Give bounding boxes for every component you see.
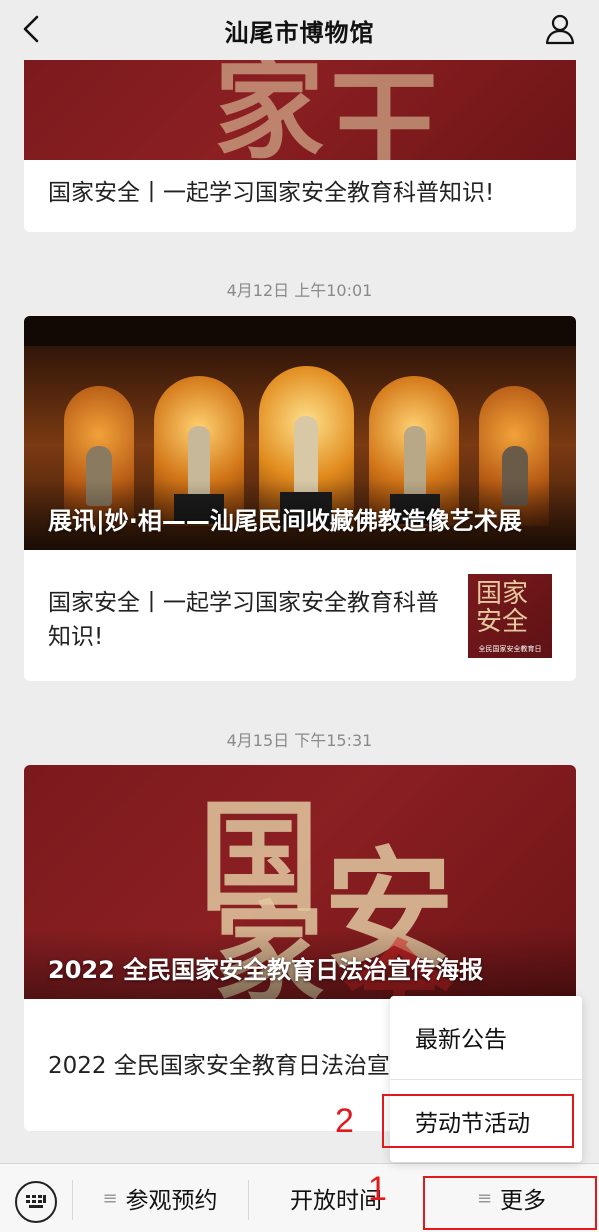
menu-item-visit-booking[interactable]: ≡ 参观预约	[72, 1164, 248, 1232]
article-card[interactable]: 家 王 国家安全丨一起学习国家安全教育科普知识!	[24, 40, 576, 232]
article-title: 国家安全丨一起学习国家安全教育科普知识!	[48, 180, 495, 206]
profile-button[interactable]	[543, 12, 577, 46]
thumbnail-chars: 国家安全	[476, 579, 529, 637]
article-thumbnail: 国家安全 全民国家安全教育日	[468, 574, 552, 658]
timestamp: 4月15日 下午15:31	[226, 731, 373, 750]
article-subtitle: 2022 全民国家安全教育日法治宣传海报	[48, 1053, 408, 1079]
article-cover-image: 国 安 家 全 2022 全民国家安全教育日法治宣传海报	[24, 765, 576, 999]
submenu-item-latest-announcement[interactable]: 最新公告	[390, 996, 582, 1078]
menu-item-label: 参观预约	[125, 1188, 218, 1214]
keyboard-icon	[26, 1195, 46, 1208]
top-bar: 汕尾市博物馆	[0, 0, 599, 60]
article-cover-title: 展讯|妙·相——汕尾民间收藏佛教造像艺术展	[48, 507, 522, 535]
annotation-box-more	[423, 1176, 597, 1230]
menu-item-opening-hours[interactable]: 开放时间	[248, 1164, 424, 1232]
annotation-label: 1	[368, 1170, 387, 1208]
article-subtitle: 国家安全丨一起学习国家安全教育科普知识!	[48, 590, 439, 650]
article-cover-title: 2022 全民国家安全教育日法治宣传海报	[48, 956, 484, 984]
annotation-label: 2	[335, 1102, 354, 1140]
page-title: 汕尾市博物馆	[224, 19, 375, 47]
user-icon	[545, 14, 575, 45]
thumbnail-caption: 全民国家安全教育日	[478, 645, 542, 653]
annotation-box-labor-day	[382, 1094, 574, 1148]
menu-list-icon: ≡	[102, 1187, 118, 1209]
timestamp: 4月12日 上午10:01	[226, 281, 373, 300]
article-card[interactable]: 展讯|妙·相——汕尾民间收藏佛教造像艺术展 国家安全丨一起学习国家安全教育科普知…	[24, 316, 576, 681]
keyboard-toggle-button[interactable]	[15, 1181, 57, 1223]
exhibition-cover-image: 展讯|妙·相——汕尾民间收藏佛教造像艺术展	[24, 316, 576, 550]
